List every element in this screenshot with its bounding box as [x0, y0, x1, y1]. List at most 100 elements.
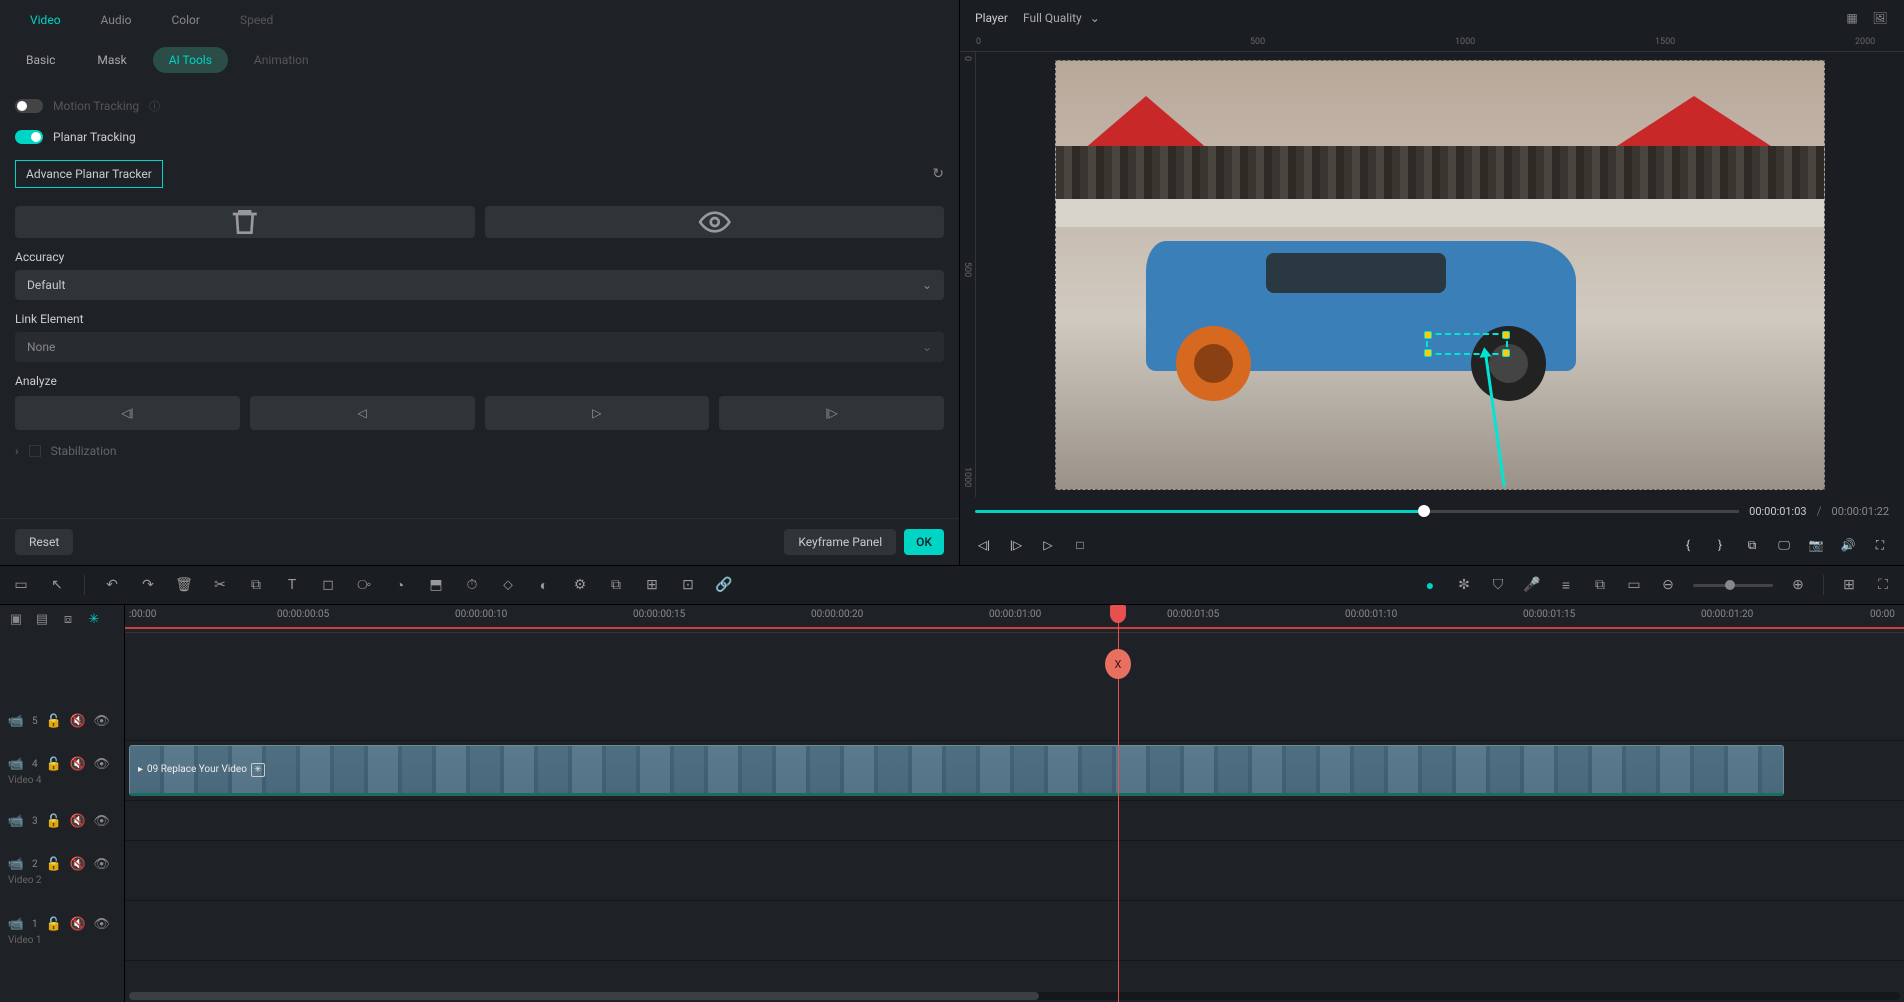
- monitor-icon[interactable]: 🖵: [1775, 536, 1793, 554]
- crop-icon[interactable]: ⧉: [247, 576, 265, 594]
- playhead-handle[interactable]: [1110, 605, 1126, 623]
- mute-icon[interactable]: 🔇: [70, 757, 86, 773]
- subtab-ai-tools[interactable]: AI Tools: [153, 47, 228, 73]
- lock-icon[interactable]: 🔓: [46, 713, 62, 729]
- shape-icon[interactable]: ◻: [319, 576, 337, 594]
- mute-icon[interactable]: 🔇: [70, 813, 86, 829]
- timeline-tracks[interactable]: :00:00 00:00:00:05 00:00:00:10 00:00:00:…: [125, 605, 1904, 1002]
- brace-open-icon[interactable]: {: [1679, 536, 1697, 554]
- layout-icon[interactable]: ▦: [1843, 9, 1861, 27]
- cards-icon[interactable]: ⧉: [1591, 576, 1609, 594]
- visibility-tracker-button[interactable]: [485, 206, 945, 238]
- track-row-2[interactable]: [125, 841, 1904, 901]
- lock-icon[interactable]: 🔓: [46, 917, 62, 933]
- clip-video4[interactable]: ▸ 09 Replace Your Video ✳: [129, 745, 1784, 796]
- ok-button[interactable]: OK: [904, 529, 944, 555]
- clip-fx-icon[interactable]: ✳: [251, 763, 265, 777]
- analyze-back-button[interactable]: ◁: [250, 396, 475, 430]
- compound-icon[interactable]: ⊞: [643, 576, 661, 594]
- eye-icon[interactable]: 👁: [94, 757, 110, 773]
- delete-icon[interactable]: 🗑: [175, 576, 193, 594]
- time-ruler[interactable]: :00:00 00:00:00:05 00:00:00:10 00:00:00:…: [125, 605, 1904, 633]
- tracker-name-box[interactable]: Advance Planar Tracker: [15, 160, 163, 188]
- magnetic-icon[interactable]: ●: [1421, 576, 1439, 594]
- quality-select[interactable]: Full Quality ⌄: [1023, 11, 1100, 25]
- track-row-1[interactable]: [125, 901, 1904, 961]
- planar-track-box[interactable]: [1426, 333, 1508, 355]
- link-icon[interactable]: 🔗: [715, 576, 733, 594]
- subtab-mask[interactable]: Mask: [81, 47, 142, 73]
- lock-icon[interactable]: 🔓: [46, 857, 62, 873]
- volume-icon[interactable]: 🔊: [1839, 536, 1857, 554]
- zoom-out-icon[interactable]: ⊖: [1659, 576, 1677, 594]
- zoom-slider[interactable]: [1693, 584, 1773, 587]
- tab-audio[interactable]: Audio: [81, 5, 152, 35]
- lock-icon[interactable]: 🔓: [46, 813, 62, 829]
- brace-close-icon[interactable]: }: [1711, 536, 1729, 554]
- planar-tracking-toggle[interactable]: [15, 130, 43, 144]
- cursor-tool-icon[interactable]: ↖: [48, 576, 66, 594]
- settings-icon[interactable]: ✼: [1455, 576, 1473, 594]
- track-handle[interactable]: [1424, 349, 1432, 357]
- playhead-marker[interactable]: X: [1105, 649, 1131, 679]
- video-track-icon[interactable]: 📹: [8, 917, 24, 933]
- grid-icon[interactable]: ⊞: [1840, 576, 1858, 594]
- stop-button[interactable]: □: [1071, 536, 1089, 554]
- image-icon[interactable]: 🖼: [1871, 9, 1889, 27]
- keyframe-icon[interactable]: ⬦: [499, 576, 517, 594]
- play-button[interactable]: ▷: [1039, 536, 1057, 554]
- expand-icon[interactable]: ⛶: [1874, 576, 1892, 594]
- fullscreen-icon[interactable]: ⛶: [1871, 536, 1889, 554]
- track-handle[interactable]: [1502, 331, 1510, 339]
- video-track-icon[interactable]: 📹: [8, 857, 24, 873]
- video-track-icon[interactable]: 📹: [8, 757, 24, 773]
- track-handle[interactable]: [1424, 331, 1432, 339]
- analyze-forward-button[interactable]: ▷: [485, 396, 710, 430]
- horizontal-scrollbar[interactable]: [129, 992, 1900, 1000]
- info-icon[interactable]: ⓘ: [149, 98, 160, 114]
- adjust-icon[interactable]: ⚙: [571, 576, 589, 594]
- track-handle[interactable]: [1502, 349, 1510, 357]
- effects-icon[interactable]: ⬒: [427, 576, 445, 594]
- eye-icon[interactable]: 👁: [94, 813, 110, 829]
- tab-video[interactable]: Video: [10, 5, 81, 35]
- tab-color[interactable]: Color: [151, 5, 219, 35]
- analyze-forward-all-button[interactable]: |▷: [719, 396, 944, 430]
- text-icon[interactable]: T: [283, 576, 301, 594]
- accuracy-select[interactable]: Default ⌄: [15, 270, 944, 300]
- cut-icon[interactable]: ✂: [211, 576, 229, 594]
- scrollbar-thumb[interactable]: [129, 992, 1039, 1000]
- transition-icon[interactable]: ⧂: [355, 576, 373, 594]
- th-film2-icon[interactable]: ▤: [34, 611, 50, 627]
- subtab-basic[interactable]: Basic: [10, 47, 71, 73]
- track-row-4[interactable]: ▸ 09 Replace Your Video ✳: [125, 741, 1904, 801]
- mask-icon[interactable]: ◔: [391, 576, 409, 594]
- mute-icon[interactable]: 🔇: [70, 713, 86, 729]
- playhead[interactable]: X: [1118, 605, 1119, 1002]
- shield-icon[interactable]: ⛉: [1489, 576, 1507, 594]
- delete-tracker-button[interactable]: [15, 206, 475, 238]
- th-bug-icon[interactable]: ✳: [86, 611, 102, 627]
- reset-section-icon[interactable]: ↻: [932, 166, 944, 182]
- step-forward-button[interactable]: |▷: [1007, 536, 1025, 554]
- motion-tracking-toggle[interactable]: [15, 99, 43, 113]
- mic-icon[interactable]: 🎤: [1523, 576, 1541, 594]
- list-icon[interactable]: ≡: [1557, 576, 1575, 594]
- track-row-3[interactable]: [125, 801, 1904, 841]
- th-film-icon[interactable]: ▣: [8, 611, 24, 627]
- mute-icon[interactable]: 🔇: [70, 857, 86, 873]
- speed-icon[interactable]: ⏱: [463, 576, 481, 594]
- marker-icon[interactable]: ▭: [1625, 576, 1643, 594]
- link-element-select[interactable]: None ⌄: [15, 332, 944, 362]
- eye-icon[interactable]: 👁: [94, 857, 110, 873]
- snapshot-icon[interactable]: 📷: [1807, 536, 1825, 554]
- video-track-icon[interactable]: 📹: [8, 713, 24, 729]
- mute-icon[interactable]: 🔇: [70, 917, 86, 933]
- eye-icon[interactable]: 👁: [94, 917, 110, 933]
- eye-icon[interactable]: 👁: [94, 713, 110, 729]
- render-icon[interactable]: ⊡: [679, 576, 697, 594]
- keyframe-panel-button[interactable]: Keyframe Panel: [784, 529, 896, 555]
- track-row-5[interactable]: [125, 701, 1904, 741]
- analyze-back-all-button[interactable]: ◁|: [15, 396, 240, 430]
- redo-icon[interactable]: ↷: [139, 576, 157, 594]
